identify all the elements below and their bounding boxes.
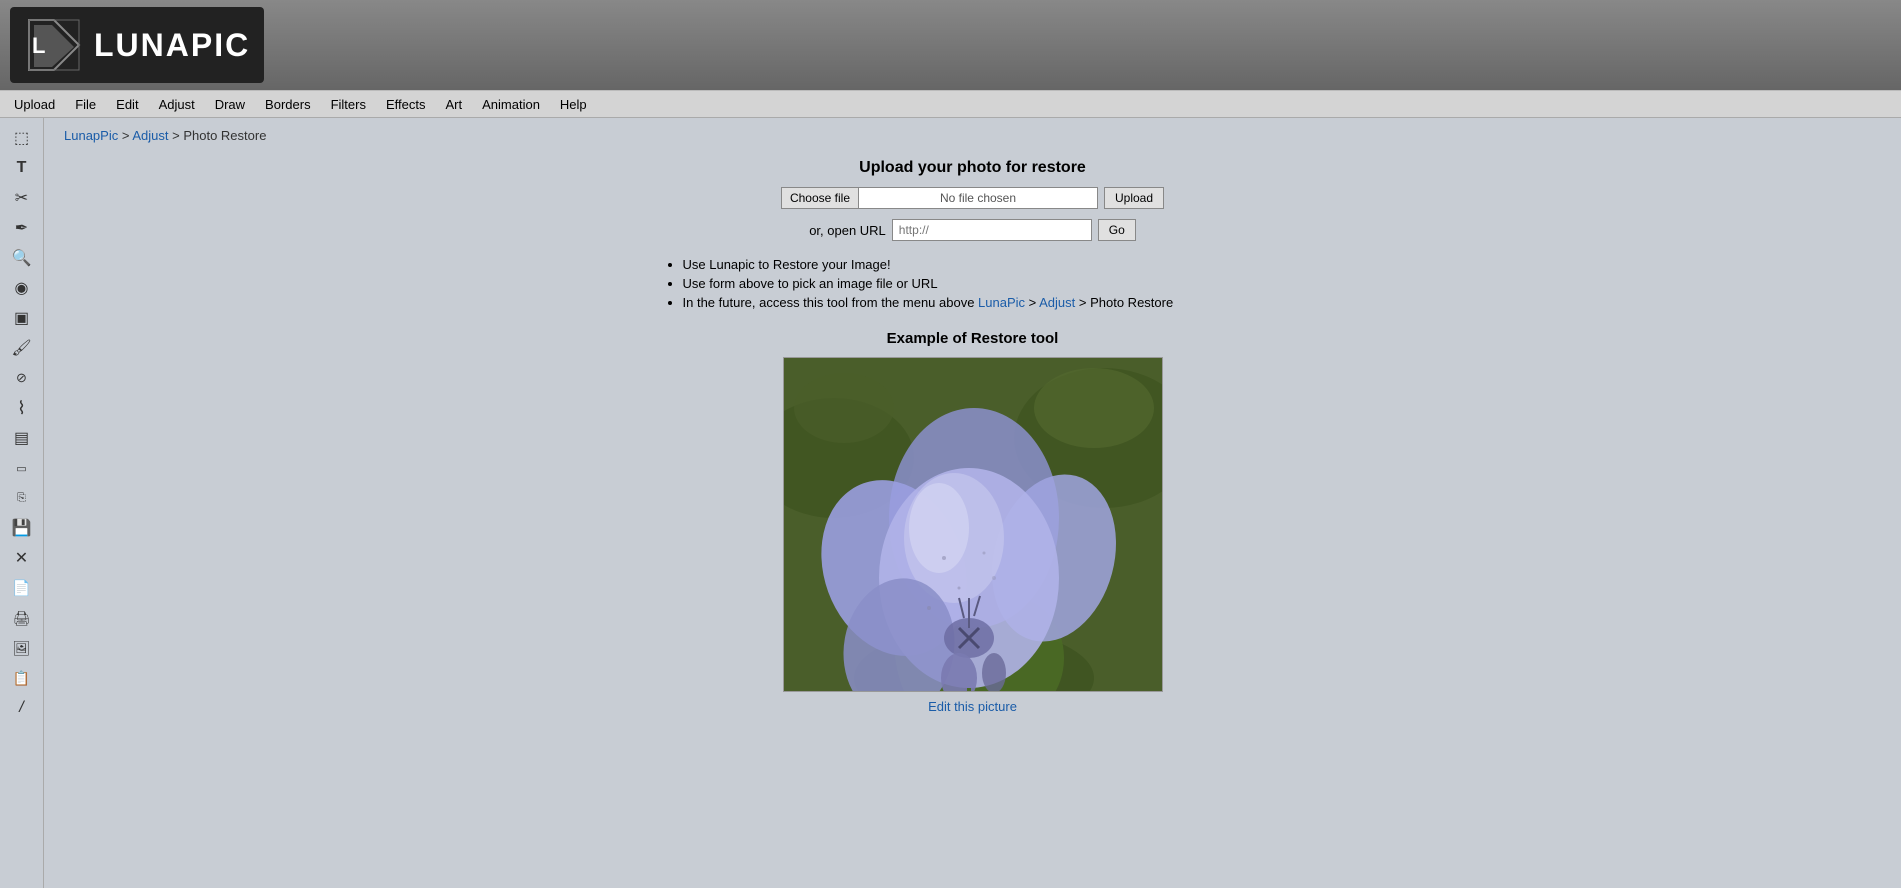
svg-text:L: L	[32, 33, 45, 58]
nav-art[interactable]: Art	[435, 93, 472, 116]
scissors-tool[interactable]: ✂	[8, 184, 36, 212]
crop-tool[interactable]: ▣	[8, 304, 36, 332]
info-lunapic-link[interactable]: LunaPic	[978, 295, 1025, 310]
gallery1-tool[interactable]: 🖼	[8, 634, 36, 662]
upload-section: Upload your photo for restore Choose fil…	[64, 159, 1881, 241]
choose-file-button[interactable]: Choose file	[781, 187, 858, 209]
info-item-2: Use form above to pick an image file or …	[683, 276, 1283, 291]
info-adjust-link[interactable]: Adjust	[1039, 295, 1075, 310]
edit-picture-link[interactable]: Edit this picture	[64, 699, 1881, 714]
nav-filters[interactable]: Filters	[321, 93, 376, 116]
stamp-tool[interactable]: ⎘	[8, 484, 36, 512]
nav-upload[interactable]: Upload	[4, 93, 65, 116]
nav-effects[interactable]: Effects	[376, 93, 436, 116]
info-list: Use Lunapic to Restore your Image! Use f…	[663, 257, 1283, 310]
nav-file[interactable]: File	[65, 93, 106, 116]
breadcrumb-sep1: >	[122, 128, 133, 143]
layers-tool[interactable]: ▤	[8, 424, 36, 452]
header: L LUNAPIC	[0, 0, 1901, 90]
fill-tool[interactable]: ◉	[8, 274, 36, 302]
new-file-tool[interactable]: 📄	[8, 574, 36, 602]
zoom-tool[interactable]: 🔍	[8, 244, 36, 272]
example-title: Example of Restore tool	[64, 330, 1881, 347]
url-label: or, open URL	[809, 223, 886, 238]
url-row: or, open URL Go	[64, 219, 1881, 241]
breadcrumb-adjust[interactable]: Adjust	[132, 128, 168, 143]
info-item-3: In the future, access this tool from the…	[683, 295, 1283, 310]
upload-title: Upload your photo for restore	[64, 159, 1881, 177]
nav-adjust[interactable]: Adjust	[149, 93, 205, 116]
breadcrumb-sep2: >	[172, 128, 183, 143]
upload-button[interactable]: Upload	[1104, 187, 1164, 209]
nav-draw[interactable]: Draw	[205, 93, 255, 116]
gallery2-tool[interactable]: 📋	[8, 664, 36, 692]
close-tool[interactable]: ✕	[8, 544, 36, 572]
sidebar: ⬚ T ✂ ✒ 🔍 ◉ ▣ 🖌 ⊘ ⌇ ▤ ▭ ⎘ 💾 ✕ 📄 🖨 🖼 📋 /	[0, 118, 44, 888]
line-tool[interactable]: /	[8, 694, 36, 722]
content-area: LunapPic > Adjust > Photo Restore Upload…	[44, 118, 1901, 888]
file-name-display: No file chosen	[858, 187, 1098, 209]
example-image-container	[783, 357, 1163, 692]
info-item-1: Use Lunapic to Restore your Image!	[683, 257, 1283, 272]
breadcrumb: LunapPic > Adjust > Photo Restore	[64, 128, 1881, 143]
breadcrumb-current: Photo Restore	[183, 128, 266, 143]
nav-borders[interactable]: Borders	[255, 93, 321, 116]
main-layout: ⬚ T ✂ ✒ 🔍 ◉ ▣ 🖌 ⊘ ⌇ ▤ ▭ ⎘ 💾 ✕ 📄 🖨 🖼 📋 / …	[0, 118, 1901, 888]
url-input[interactable]	[892, 219, 1092, 241]
flower-image	[784, 358, 1163, 692]
paint-brush-tool[interactable]: 🖌	[8, 334, 36, 362]
save-tool[interactable]: 💾	[8, 514, 36, 542]
nav-help[interactable]: Help	[550, 93, 597, 116]
go-button[interactable]: Go	[1098, 219, 1136, 241]
dropper-tool[interactable]: ⊘	[8, 364, 36, 392]
nav-edit[interactable]: Edit	[106, 93, 148, 116]
nav-animation[interactable]: Animation	[472, 93, 550, 116]
example-section: Example of Restore tool	[64, 330, 1881, 714]
pen-tool[interactable]: ✒	[8, 214, 36, 242]
logo-icon: L	[24, 15, 84, 75]
logo: L LUNAPIC	[10, 7, 264, 83]
breadcrumb-lunapic[interactable]: LunapPic	[64, 128, 118, 143]
text-tool[interactable]: T	[8, 154, 36, 182]
nav-bar: Upload File Edit Adjust Draw Borders Fil…	[0, 90, 1901, 118]
eraser-tool[interactable]: ▭	[8, 454, 36, 482]
file-input-row: Choose file No file chosen Upload	[64, 187, 1881, 209]
selection-tool[interactable]: ⬚	[8, 124, 36, 152]
brush-thin-tool[interactable]: ⌇	[8, 394, 36, 422]
print-tool[interactable]: 🖨	[8, 604, 36, 632]
logo-text: LUNAPIC	[94, 27, 250, 64]
